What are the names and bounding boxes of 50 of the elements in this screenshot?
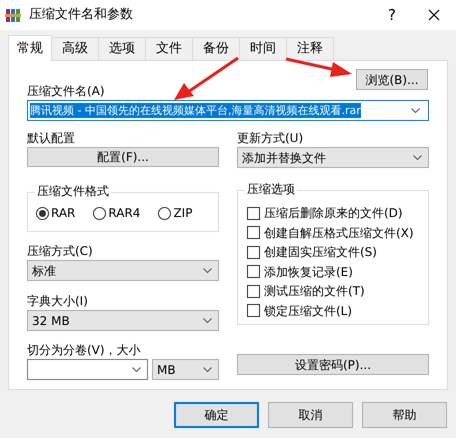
field-label: 压缩方式(C) [27, 244, 94, 258]
checkbox-label: 创建固实压缩文件(S) [264, 244, 377, 260]
field-label: 默认配置 [27, 131, 76, 145]
combo-value: 腾讯视频 - 中国领先的在线视频媒体平台,海量高清视频在线观看.rar [30, 103, 361, 118]
checkbox[interactable] [247, 265, 260, 278]
compression-method-combo[interactable]: 标准 [27, 260, 219, 281]
radio-label: RAR4 [108, 206, 140, 220]
checkbox-label: 创建自解压格式压缩文件(X) [264, 224, 414, 240]
combo-value: 32 MB [32, 312, 70, 330]
radio-label: RAR [51, 206, 76, 220]
checkbox[interactable] [247, 304, 260, 317]
group-title: 压缩选项 [245, 182, 297, 196]
checkbox-label: 测试压缩的文件(T) [264, 283, 365, 299]
close-icon[interactable] [428, 9, 440, 21]
radio-button[interactable] [158, 206, 172, 220]
volume-size-combo[interactable] [27, 359, 148, 380]
checkbox[interactable] [247, 284, 260, 298]
set-password-button[interactable]: 设置密码(P)... [237, 354, 429, 375]
profiles-button[interactable]: 配置(F)... [27, 147, 219, 167]
checkbox-label: 添加恢复记录(E) [264, 264, 353, 280]
browse-button[interactable]: 浏览(B)... [356, 69, 428, 90]
tab[interactable]: 注释 [286, 37, 334, 60]
radio-button[interactable] [36, 206, 49, 220]
app-icon [5, 7, 21, 23]
dialog-button[interactable]: 确定 [174, 402, 259, 428]
update-mode-combo[interactable]: 添加并替换文件 [237, 147, 429, 168]
archive-name-combo[interactable]: 腾讯视频 - 中国领先的在线视频媒体平台,海量高清视频在线观看.rar [27, 100, 429, 121]
dialog-button[interactable]: 帮助 [362, 402, 447, 428]
checkbox-label: 压缩后删除原来的文件(D) [264, 205, 403, 221]
help-button[interactable]: ? [372, 4, 412, 26]
field-label: 字典大小(I) [27, 294, 89, 308]
radio-button[interactable] [93, 206, 106, 220]
tab[interactable]: 常规 [8, 35, 52, 61]
unit-combo[interactable]: MB [152, 359, 219, 380]
combo-value: 标准 [32, 262, 56, 280]
checkbox[interactable] [247, 246, 260, 258]
field-label: 切分为分卷(V)，大小 [27, 343, 142, 357]
dictionary-size-combo[interactable]: 32 MB [27, 310, 219, 331]
checkbox[interactable] [247, 206, 260, 220]
checkbox-label: 锁定压缩文件(L) [264, 302, 352, 318]
combo-value: MB [157, 362, 176, 378]
combo-value: 添加并替换文件 [242, 150, 326, 166]
radio-label: ZIP [173, 206, 192, 220]
checkbox[interactable] [247, 226, 260, 239]
field-label: 压缩文件名(A) [27, 84, 106, 98]
dialog-button[interactable]: 取消 [268, 402, 353, 428]
arrow [284, 56, 354, 80]
window-title: 压缩文件名和参数 [29, 6, 133, 24]
group-title: 压缩文件格式 [35, 184, 111, 198]
field-label: 更新方式(U) [237, 131, 304, 145]
